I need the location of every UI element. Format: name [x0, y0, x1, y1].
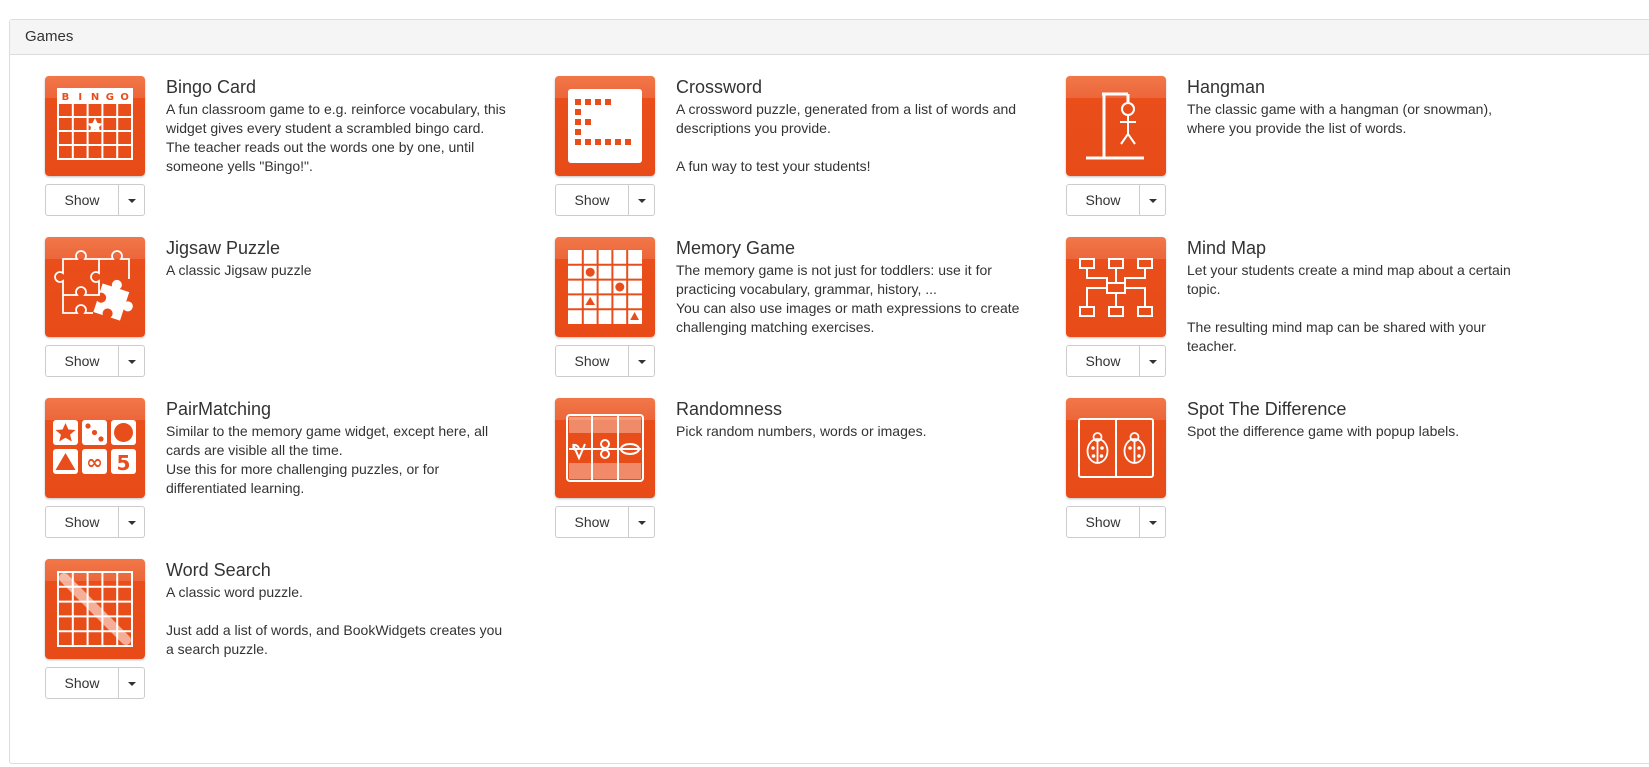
- widget-crossword: Show Crossword A crossword puzzle, gener…: [555, 76, 1055, 236]
- widget-description: Spot the difference game with popup labe…: [1187, 423, 1460, 439]
- show-button[interactable]: Show: [1066, 345, 1140, 377]
- widget-description: Similar to the memory game widget, excep…: [166, 423, 489, 496]
- mind-map-icon[interactable]: [1066, 237, 1166, 337]
- bingo-letter: I: [78, 92, 82, 103]
- show-button[interactable]: Show: [45, 184, 119, 216]
- memory-game-actions: Show: [555, 345, 655, 377]
- crossword-icon[interactable]: [555, 76, 655, 176]
- widget-mind-map: Show Mind Map Let your students create a…: [1066, 237, 1566, 397]
- pair-matching-icon[interactable]: ∞ 5: [45, 398, 145, 498]
- dropdown-toggle[interactable]: [119, 506, 145, 538]
- widget-title: Crossword: [676, 77, 763, 97]
- caret-down-icon: [128, 521, 136, 525]
- dropdown-toggle[interactable]: [1140, 506, 1166, 538]
- widget-title: Hangman: [1187, 77, 1266, 97]
- show-button[interactable]: Show: [1066, 506, 1140, 538]
- bingo-letter: N: [91, 92, 99, 103]
- crossword-actions: Show: [555, 184, 655, 216]
- dropdown-toggle[interactable]: [629, 345, 655, 377]
- widget-title: PairMatching: [166, 399, 272, 419]
- randomness-icon[interactable]: [555, 398, 655, 498]
- caret-down-icon: [128, 360, 136, 364]
- widget-description: The classic game with a hangman (or snow…: [1187, 101, 1493, 136]
- caret-down-icon: [128, 199, 136, 203]
- bingo-letter: G: [106, 92, 114, 103]
- show-button[interactable]: Show: [555, 345, 629, 377]
- widget-word-search: Show Word Search A classic word puzzle. …: [45, 559, 545, 719]
- widget-title: Spot The Difference: [1187, 399, 1347, 419]
- dropdown-toggle[interactable]: [119, 667, 145, 699]
- caret-down-icon: [638, 199, 646, 203]
- widget-spot-the-difference: Show Spot The Difference Spot the differ…: [1066, 398, 1566, 558]
- widget-description: A classic word puzzle. Just add a list o…: [166, 584, 503, 657]
- caret-down-icon: [1149, 521, 1157, 525]
- bingo-card-icon[interactable]: B I N G O: [45, 76, 145, 176]
- widget-description: A classic Jigsaw puzzle: [166, 262, 312, 278]
- widget-randomness: Show Randomness Pick random numbers, wor…: [555, 398, 1055, 558]
- spot-the-difference-icon[interactable]: [1066, 398, 1166, 498]
- widget-description: A fun classroom game to e.g. reinforce v…: [166, 101, 506, 174]
- widget-title: Mind Map: [1187, 238, 1267, 258]
- dropdown-toggle[interactable]: [1140, 345, 1166, 377]
- bingo-letter: B: [62, 92, 70, 103]
- mind-map-actions: Show: [1066, 345, 1166, 377]
- widget-memory-game: Show Memory Game The memory game is not …: [555, 237, 1055, 397]
- memory-game-icon[interactable]: [555, 237, 655, 337]
- widget-title: Randomness: [676, 399, 783, 419]
- word-search-actions: Show: [45, 667, 145, 699]
- widget-title: Word Search: [166, 560, 271, 580]
- caret-down-icon: [638, 360, 646, 364]
- widget-pair-matching: ∞ 5 Show PairMatching Similar to the mem…: [45, 398, 545, 558]
- show-button[interactable]: Show: [45, 345, 119, 377]
- widget-title: Jigsaw Puzzle: [166, 238, 281, 258]
- caret-down-icon: [1149, 360, 1157, 364]
- widget-hangman: Show Hangman The classic game with a han…: [1066, 76, 1566, 236]
- widget-description: Let your students create a mind map abou…: [1187, 262, 1511, 354]
- word-search-icon[interactable]: [45, 559, 145, 659]
- show-button[interactable]: Show: [1066, 184, 1140, 216]
- bingo-letter: O: [120, 92, 129, 103]
- show-button[interactable]: Show: [45, 667, 119, 699]
- infinity-glyph: ∞: [86, 450, 103, 474]
- widget-description: A crossword puzzle, generated from a lis…: [676, 101, 1017, 174]
- panel-heading: Games: [10, 20, 1649, 55]
- jigsaw-puzzle-icon[interactable]: [45, 237, 145, 337]
- show-button[interactable]: Show: [555, 184, 629, 216]
- bingo-card-actions: Show: [45, 184, 145, 216]
- widget-jigsaw-puzzle: Show Jigsaw Puzzle A classic Jigsaw puzz…: [45, 237, 545, 397]
- hangman-icon[interactable]: [1066, 76, 1166, 176]
- dropdown-toggle[interactable]: [119, 345, 145, 377]
- dropdown-toggle[interactable]: [629, 506, 655, 538]
- jigsaw-puzzle-actions: Show: [45, 345, 145, 377]
- widget-title: Bingo Card: [166, 77, 257, 97]
- show-button[interactable]: Show: [555, 506, 629, 538]
- widget-description: Pick random numbers, words or images.: [676, 423, 927, 439]
- hangman-actions: Show: [1066, 184, 1166, 216]
- pair-matching-actions: Show: [45, 506, 145, 538]
- dropdown-toggle[interactable]: [629, 184, 655, 216]
- randomness-actions: Show: [555, 506, 655, 538]
- dropdown-toggle[interactable]: [119, 184, 145, 216]
- dropdown-toggle[interactable]: [1140, 184, 1166, 216]
- show-button[interactable]: Show: [45, 506, 119, 538]
- widget-bingo-card: B I N G O Show Bingo Card A fun classroo…: [45, 76, 545, 236]
- spot-the-difference-actions: Show: [1066, 506, 1166, 538]
- caret-down-icon: [1149, 199, 1157, 203]
- number-glyph: 5: [117, 451, 131, 475]
- caret-down-icon: [638, 521, 646, 525]
- caret-down-icon: [128, 682, 136, 686]
- widget-title: Memory Game: [676, 238, 796, 258]
- widget-description: The memory game is not just for toddlers…: [676, 262, 1020, 335]
